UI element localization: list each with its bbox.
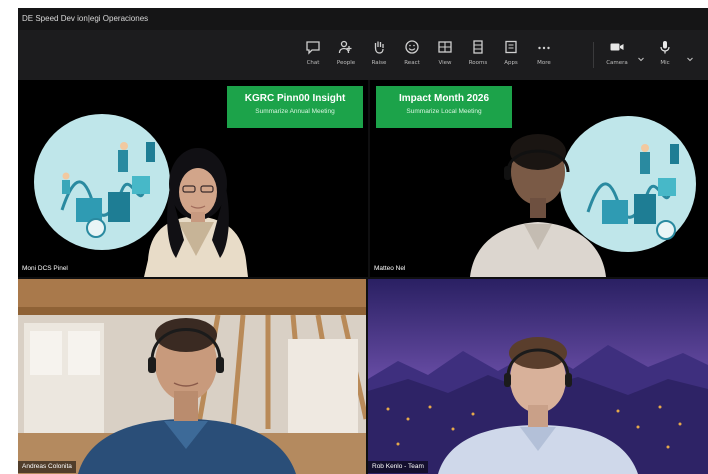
video-tile-1[interactable]: KGRC Pinn00 Insight Summarize Annual Mee…	[18, 80, 368, 277]
apps-button[interactable]: Apps	[496, 38, 526, 74]
rooms-button[interactable]: Rooms	[463, 38, 493, 74]
title-bar: DE Speed Dev ion|egi Operaciones	[18, 8, 708, 30]
chat-icon	[304, 38, 322, 56]
camera-button[interactable]: Camera	[602, 38, 632, 74]
participant-name-1: Moni DCS Pinel	[18, 263, 72, 275]
chat-button[interactable]: Chat	[298, 38, 328, 74]
participant-video-4	[368, 279, 708, 474]
react-icon	[403, 38, 421, 56]
people-icon	[337, 38, 355, 56]
banner-subtitle-1: Summarize Annual Meeting	[255, 108, 335, 115]
participant-name-4: Rob Kenlo - Team	[368, 461, 428, 473]
rooms-icon	[469, 38, 487, 56]
video-tile-4[interactable]: Rob Kenlo - Team	[368, 279, 708, 474]
view-icon	[436, 38, 454, 56]
mic-label: Mic	[660, 60, 670, 66]
banner-subtitle-2: Summarize Local Meeting	[406, 108, 482, 115]
react-label: React	[404, 60, 420, 66]
camera-options-chevron-icon[interactable]	[637, 50, 645, 62]
green-banner-2: Impact Month 2026 Summarize Local Meetin…	[376, 86, 512, 128]
raise-hand-icon	[370, 38, 388, 56]
toolbar-divider	[593, 42, 594, 68]
apps-icon	[502, 38, 520, 56]
mic-options-chevron-icon[interactable]	[686, 50, 694, 62]
green-banner-1: KGRC Pinn00 Insight Summarize Annual Mee…	[227, 86, 363, 128]
raise-hand-label: Raise	[371, 60, 387, 66]
camera-label: Camera	[606, 60, 628, 66]
video-tile-2[interactable]: Impact Month 2026 Summarize Local Meetin…	[370, 80, 708, 277]
participant-name-3: Andreas Colonita	[18, 461, 76, 473]
people-label: People	[336, 60, 356, 66]
more-icon	[535, 38, 553, 56]
mic-button[interactable]: Mic	[650, 38, 680, 74]
more-button[interactable]: More	[529, 38, 559, 74]
video-tile-3[interactable]: Andreas Colonita	[18, 279, 366, 474]
react-button[interactable]: React	[397, 38, 427, 74]
camera-icon	[608, 38, 626, 56]
banner-title-2: Impact Month 2026	[398, 93, 490, 104]
more-label: More	[537, 60, 551, 66]
participant-video-3	[18, 279, 366, 474]
meeting-toolbar: Chat People Raise React View Rooms Apps	[18, 30, 708, 80]
participant-name-2: Matteo Nel	[370, 263, 410, 275]
raise-hand-button[interactable]: Raise	[364, 38, 394, 74]
meeting-window: DE Speed Dev ion|egi Operaciones Chat Pe…	[18, 8, 708, 474]
mic-icon	[656, 38, 674, 56]
apps-label: Apps	[504, 60, 518, 66]
window-title: DE Speed Dev ion|egi Operaciones	[22, 14, 149, 23]
banner-title-1: KGRC Pinn00 Insight	[244, 93, 346, 104]
people-button[interactable]: People	[331, 38, 361, 74]
chat-label: Chat	[306, 60, 320, 66]
rooms-label: Rooms	[468, 60, 488, 66]
view-button[interactable]: View	[430, 38, 460, 74]
view-label: View	[438, 60, 452, 66]
